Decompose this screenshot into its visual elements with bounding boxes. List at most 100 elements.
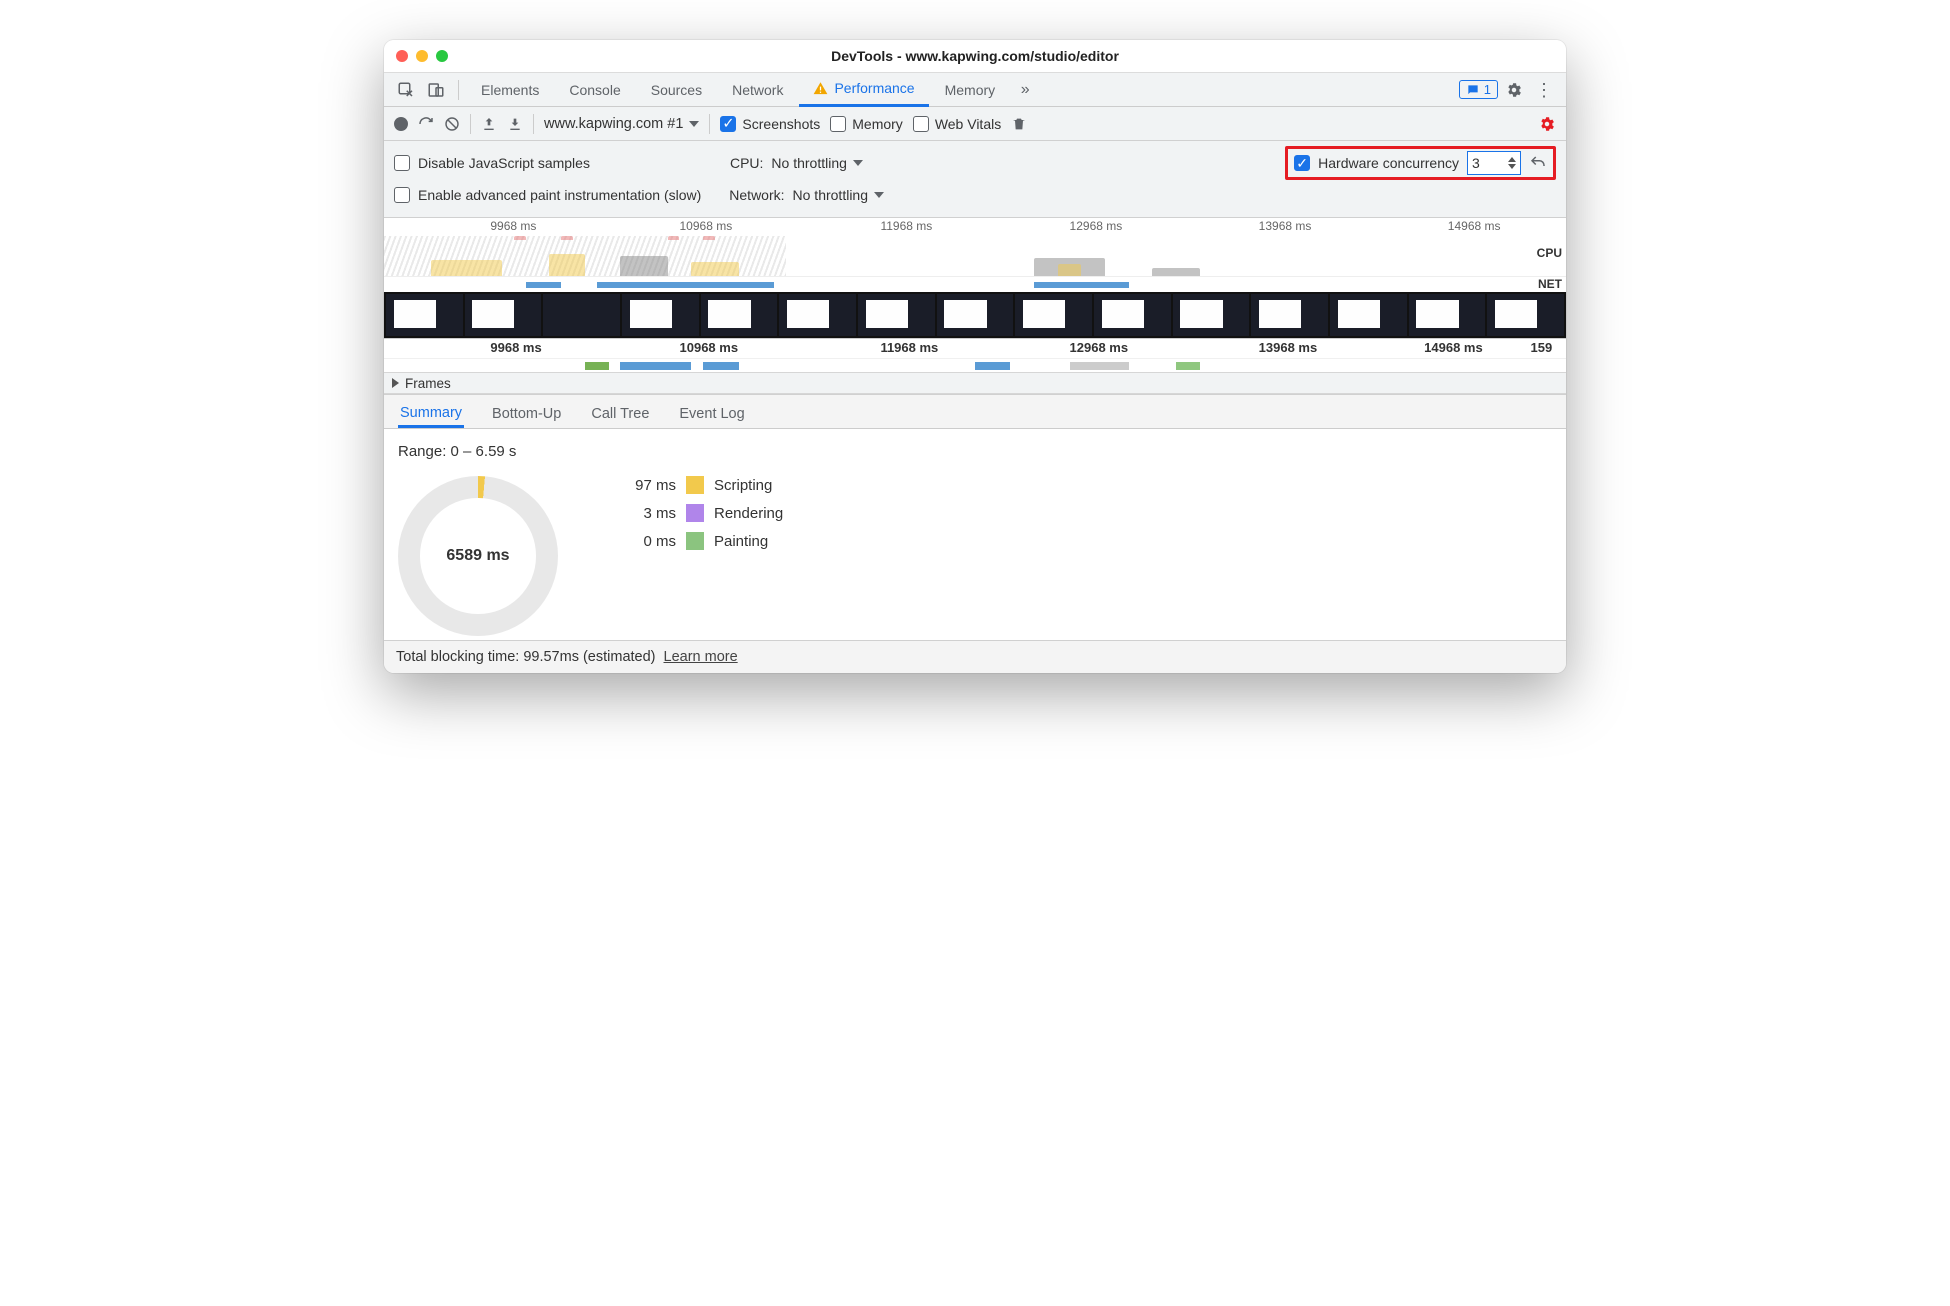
- filmstrip-frame[interactable]: [1173, 294, 1250, 336]
- network-throttle-label: Network:: [729, 187, 784, 203]
- time-donut-chart: 6589 ms: [398, 476, 558, 636]
- overview-ruler: 9968 ms 10968 ms 11968 ms 12968 ms 13968…: [384, 218, 1566, 236]
- more-tabs-icon[interactable]: »: [1011, 76, 1039, 104]
- ruler-tick: 14968 ms: [1448, 219, 1501, 233]
- legend-label: Rendering: [714, 505, 783, 522]
- filmstrip-frame[interactable]: [1251, 294, 1328, 336]
- ruler-tick: 12968 ms: [1070, 219, 1123, 233]
- ruler-tick: 12968 ms: [1070, 340, 1129, 355]
- filmstrip-frame[interactable]: [386, 294, 463, 336]
- hardware-concurrency-label: Hardware concurrency: [1318, 155, 1459, 171]
- swatch-rendering: [686, 504, 704, 522]
- recording-target-dropdown[interactable]: www.kapwing.com #1: [544, 116, 699, 132]
- chat-icon: [1466, 83, 1480, 97]
- screenshots-checkbox[interactable]: ✓: [720, 116, 736, 132]
- tab-summary[interactable]: Summary: [398, 405, 464, 428]
- filmstrip-frame[interactable]: [543, 294, 620, 336]
- hardware-concurrency-input[interactable]: 3: [1467, 151, 1521, 175]
- performance-toolbar: www.kapwing.com #1 ✓ Screenshots Memory …: [384, 107, 1566, 141]
- tab-call-tree[interactable]: Call Tree: [589, 406, 651, 428]
- upload-icon[interactable]: [481, 116, 497, 132]
- cpu-track-label: CPU: [1537, 246, 1562, 260]
- filmstrip-frame[interactable]: [622, 294, 699, 336]
- frames-section[interactable]: Frames: [384, 372, 1566, 394]
- legend: 97 ms Scripting 3 ms Rendering 0 ms Pain…: [618, 476, 783, 550]
- hardware-concurrency-checkbox[interactable]: ✓: [1294, 155, 1310, 171]
- cpu-throttle-label: CPU:: [730, 155, 763, 171]
- legend-value: 0 ms: [618, 533, 676, 550]
- undo-icon[interactable]: [1529, 154, 1547, 172]
- footer-bar: Total blocking time: 99.57ms (estimated)…: [384, 640, 1566, 673]
- trash-icon[interactable]: [1011, 116, 1027, 132]
- caret-right-icon: [392, 378, 399, 388]
- chevron-down-icon: [874, 192, 884, 198]
- tab-network[interactable]: Network: [718, 73, 797, 107]
- memory-checkbox[interactable]: [830, 116, 846, 132]
- timeline-overview[interactable]: 9968 ms 10968 ms 11968 ms 12968 ms 13968…: [384, 218, 1566, 395]
- filmstrip-frame[interactable]: [858, 294, 935, 336]
- warning-icon: [813, 81, 828, 96]
- cpu-throttle-dropdown[interactable]: No throttling: [771, 155, 862, 171]
- filmstrip-frame[interactable]: [1409, 294, 1486, 336]
- ruler-tick: 9968 ms: [490, 219, 536, 233]
- ruler-tick: 9968 ms: [490, 340, 541, 355]
- network-throttle-dropdown[interactable]: No throttling: [793, 187, 884, 203]
- net-overview: NET: [384, 276, 1566, 292]
- filmstrip-frame[interactable]: [1015, 294, 1092, 336]
- clear-icon[interactable]: [444, 116, 460, 132]
- enable-paint-instrumentation-label: Enable advanced paint instrumentation (s…: [418, 187, 701, 203]
- download-icon[interactable]: [507, 116, 523, 132]
- learn-more-link[interactable]: Learn more: [664, 649, 738, 665]
- capture-settings: Disable JavaScript samples CPU: No throt…: [384, 141, 1566, 218]
- chevron-down-icon: [689, 121, 699, 127]
- record-button-icon[interactable]: [394, 117, 408, 131]
- legend-row: 97 ms Scripting: [618, 476, 783, 494]
- issues-badge[interactable]: 1: [1459, 80, 1498, 99]
- cpu-overview: CPU: [384, 236, 1566, 276]
- capture-settings-gear-icon[interactable]: [1538, 115, 1556, 133]
- stepper-icon[interactable]: [1508, 157, 1516, 169]
- filmstrip-frame[interactable]: [465, 294, 542, 336]
- screenshots-label: Screenshots: [742, 116, 820, 132]
- filmstrip-frame[interactable]: [701, 294, 778, 336]
- ruler-tick: 11968 ms: [880, 340, 938, 355]
- filmstrip-frame[interactable]: [1330, 294, 1407, 336]
- filmstrip-frame[interactable]: [1094, 294, 1171, 336]
- range-label: Range: 0 – 6.59 s: [398, 443, 1552, 460]
- legend-value: 97 ms: [618, 477, 676, 494]
- total-blocking-time: Total blocking time: 99.57ms (estimated): [396, 649, 656, 665]
- network-detail-bars: [384, 358, 1566, 372]
- inspect-element-icon[interactable]: [392, 76, 420, 104]
- tab-bottom-up[interactable]: Bottom-Up: [490, 406, 563, 428]
- titlebar: DevTools - www.kapwing.com/studio/editor: [384, 40, 1566, 73]
- tab-sources[interactable]: Sources: [637, 73, 716, 107]
- kebab-menu-icon[interactable]: ⋮: [1530, 76, 1558, 104]
- reload-icon[interactable]: [418, 116, 434, 132]
- filmstrip-frame[interactable]: [779, 294, 856, 336]
- chevron-down-icon: [853, 160, 863, 166]
- ruler-tick: 11968 ms: [880, 219, 932, 233]
- tab-memory[interactable]: Memory: [931, 73, 1010, 107]
- ruler-tick: 10968 ms: [680, 219, 733, 233]
- ruler-tick: 13968 ms: [1259, 219, 1312, 233]
- summary-panel: Range: 0 – 6.59 s 6589 ms 97 ms Scriptin…: [384, 429, 1566, 640]
- summary-tab-strip: Summary Bottom-Up Call Tree Event Log: [384, 395, 1566, 429]
- filmstrip-frame[interactable]: [937, 294, 1014, 336]
- swatch-scripting: [686, 476, 704, 494]
- web-vitals-label: Web Vitals: [935, 116, 1001, 132]
- main-tab-strip: Elements Console Sources Network Perform…: [384, 73, 1566, 107]
- ruler-tick: 13968 ms: [1259, 340, 1318, 355]
- screenshot-filmstrip[interactable]: [384, 292, 1566, 338]
- legend-label: Scripting: [714, 477, 772, 494]
- tab-performance[interactable]: Performance: [799, 73, 928, 107]
- toggle-device-toolbar-icon[interactable]: [422, 76, 450, 104]
- tab-console[interactable]: Console: [555, 73, 634, 107]
- tab-event-log[interactable]: Event Log: [677, 406, 746, 428]
- tab-elements[interactable]: Elements: [467, 73, 553, 107]
- web-vitals-checkbox[interactable]: [913, 116, 929, 132]
- enable-paint-instrumentation-checkbox[interactable]: [394, 187, 410, 203]
- devtools-window: DevTools - www.kapwing.com/studio/editor…: [384, 40, 1566, 673]
- settings-gear-icon[interactable]: [1500, 76, 1528, 104]
- disable-js-samples-checkbox[interactable]: [394, 155, 410, 171]
- filmstrip-frame[interactable]: [1487, 294, 1564, 336]
